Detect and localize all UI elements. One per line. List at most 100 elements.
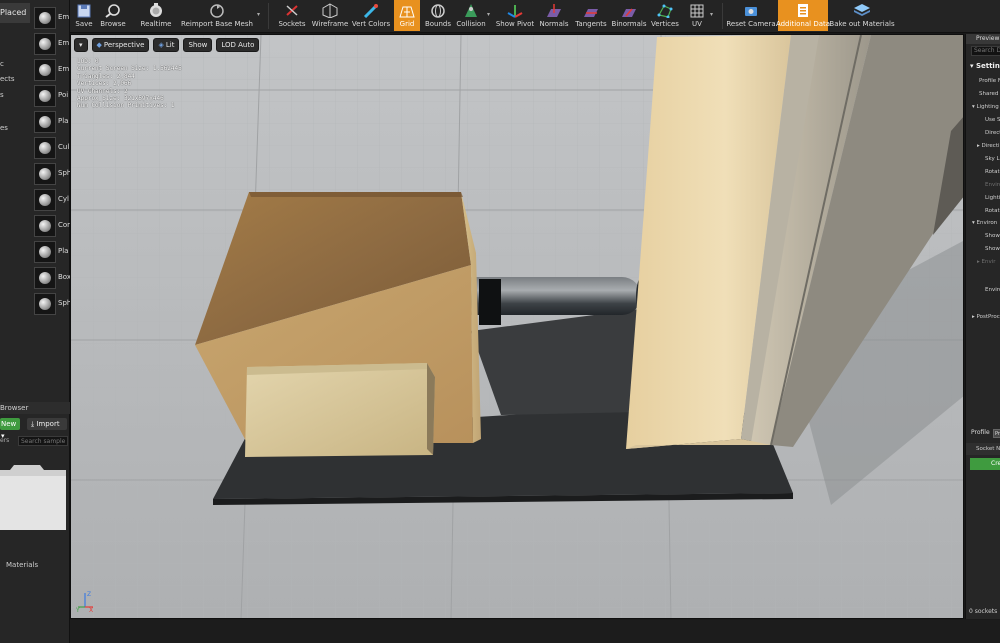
category-item[interactable]: c — [0, 60, 4, 68]
bottom-bar — [70, 620, 1000, 643]
axis-y-label: Y — [75, 607, 80, 612]
wireframe-button[interactable]: Wireframe — [312, 0, 348, 31]
socket-count: 0 sockets — [969, 608, 998, 615]
property-row[interactable]: Envirol — [966, 285, 1000, 295]
uv-button[interactable]: UV — [684, 0, 710, 31]
place-item[interactable]: Cyl — [32, 187, 70, 213]
realtime-button[interactable]: Realtime — [138, 0, 174, 31]
place-item[interactable]: Poi — [32, 83, 70, 109]
vertices-button[interactable]: Vertices — [650, 0, 680, 31]
chevron-down-icon[interactable]: ▾ — [710, 11, 713, 18]
axis-x-label: X — [89, 607, 93, 612]
place-item[interactable]: Em — [32, 31, 70, 57]
property-row[interactable]: Rotate — [966, 167, 1000, 177]
toolbar-separator — [268, 3, 269, 29]
pawn-icon — [34, 59, 56, 81]
place-item[interactable]: Em — [32, 5, 70, 31]
search-input[interactable]: Search D — [971, 46, 1000, 56]
static-mesh-editor: Placed c ects s es Em Em Em Poi Pla Cul … — [0, 0, 1000, 643]
browse-button[interactable]: Browse — [98, 0, 128, 31]
show-button[interactable]: Show — [183, 38, 213, 52]
category-item[interactable]: ects — [0, 75, 15, 83]
place-item[interactable]: Pla — [32, 239, 70, 265]
property-row[interactable]: Show — [966, 231, 1000, 241]
property-row[interactable]: ▾ Lighting — [966, 102, 1000, 112]
additional-data-icon — [794, 3, 812, 18]
property-row[interactable]: Sky Li — [966, 154, 1000, 164]
binormals-button[interactable]: Binormals — [612, 0, 646, 31]
cube-icon — [34, 137, 56, 159]
place-item[interactable]: Em — [32, 57, 70, 83]
vert-colors-button[interactable]: Vert Colors — [352, 0, 390, 31]
property-row[interactable]: Show — [966, 244, 1000, 254]
filters-button[interactable]: ers — [0, 437, 9, 444]
property-row[interactable]: Shared P — [966, 89, 1000, 99]
property-row[interactable]: ▸ Directi — [966, 141, 1000, 151]
place-item[interactable]: Box — [32, 265, 71, 291]
place-item[interactable]: Cor — [32, 213, 70, 239]
toolbar: Save Browse Realtime Reimport Base Mesh … — [70, 0, 1000, 33]
mesh-viewport[interactable]: ▾ ◆ Perspective ◈ Lit Show LOD Auto LOD: 0… — [70, 34, 964, 619]
sockets-button[interactable]: Sockets — [276, 0, 308, 31]
tab-placed[interactable]: Placed — [0, 3, 30, 23]
place-item[interactable]: Sph — [32, 291, 71, 317]
perspective-button[interactable]: ◆ Perspective — [91, 38, 150, 52]
category-item[interactable]: es — [0, 124, 8, 132]
save-button[interactable]: Save — [70, 0, 98, 31]
property-row[interactable]: Rotati — [966, 206, 1000, 216]
profile-dropdown[interactable]: Pr — [993, 429, 1000, 438]
settings-header[interactable]: ▾ Setting — [966, 61, 1000, 71]
place-item[interactable]: Sph — [32, 161, 71, 187]
place-item[interactable]: Pla — [32, 109, 70, 135]
property-row[interactable]: ▸ Envir — [966, 257, 1000, 267]
property-row[interactable]: Use Sk — [966, 115, 1000, 125]
collision-button[interactable]: Collision — [456, 0, 486, 31]
lit-icon: ◈ — [158, 41, 164, 49]
show-pivot-button[interactable]: Show Pivot — [496, 0, 534, 31]
folder-label[interactable]: Materials — [6, 561, 38, 569]
viewport-options-button[interactable]: ▾ — [74, 38, 88, 52]
bake-out-materials-button[interactable]: Bake out Materials — [829, 0, 895, 31]
cone-icon — [34, 215, 56, 237]
bounds-icon — [429, 3, 447, 18]
property-row[interactable]: Enviro — [966, 180, 1000, 190]
property-row[interactable]: Direct — [966, 128, 1000, 138]
bounds-button[interactable]: Bounds — [424, 0, 452, 31]
place-item[interactable]: Cul — [32, 135, 70, 161]
chevron-down-icon[interactable]: ▾ — [257, 11, 260, 18]
sockets-icon — [283, 3, 301, 18]
reset-camera-button[interactable]: Reset Camera — [726, 0, 776, 31]
preview-scene-settings-panel: Preview Search D ▾ Setting Profile N Sha… — [965, 34, 1000, 619]
viewport-toolbar: ▾ ◆ Perspective ◈ Lit Show LOD Auto — [74, 38, 260, 52]
sphere-icon — [34, 293, 56, 315]
folder-icon[interactable] — [0, 462, 66, 532]
stat-line: Num Collision Primitives: 1 — [77, 102, 175, 110]
new-button[interactable]: New ▾ — [0, 418, 20, 440]
normals-button[interactable]: Normals — [538, 0, 570, 31]
search-input[interactable]: Search sample — [18, 436, 68, 446]
tangents-button[interactable]: Tangents — [574, 0, 608, 31]
actor-icon — [34, 33, 56, 55]
mesh-stats: LOD: 0 Current Screen Size: 1.562445 Tri… — [77, 58, 182, 110]
additional-data-button[interactable]: Additional Data — [776, 0, 830, 31]
category-item[interactable]: s — [0, 91, 4, 99]
lod-button[interactable]: LOD Auto — [216, 38, 260, 52]
viewport-scene[interactable] — [71, 35, 964, 619]
property-row[interactable]: ▸ PostProc — [966, 312, 1000, 322]
reimport-base-mesh-button[interactable]: Reimport Base Mesh — [181, 0, 253, 31]
chevron-down-icon[interactable]: ▾ — [487, 11, 490, 18]
bake-out-materials-icon — [853, 3, 871, 18]
tab-preview[interactable]: Preview — [966, 34, 1000, 44]
create-socket-button[interactable]: Cre — [970, 458, 1000, 470]
socket-name-header[interactable]: Socket N — [966, 443, 1000, 455]
grid-icon — [398, 3, 416, 18]
reimport-icon — [208, 3, 226, 18]
property-row[interactable]: ▾ Environ — [966, 218, 1000, 228]
lit-button[interactable]: ◈ Lit — [153, 38, 180, 52]
collision-icon — [462, 3, 480, 18]
property-row[interactable]: Profile N — [966, 76, 1000, 86]
property-row[interactable]: Lighti — [966, 193, 1000, 203]
save-icon — [75, 3, 93, 18]
grid-button[interactable]: Grid — [394, 0, 420, 31]
import-button[interactable]: ⤓ Import — [27, 418, 67, 430]
